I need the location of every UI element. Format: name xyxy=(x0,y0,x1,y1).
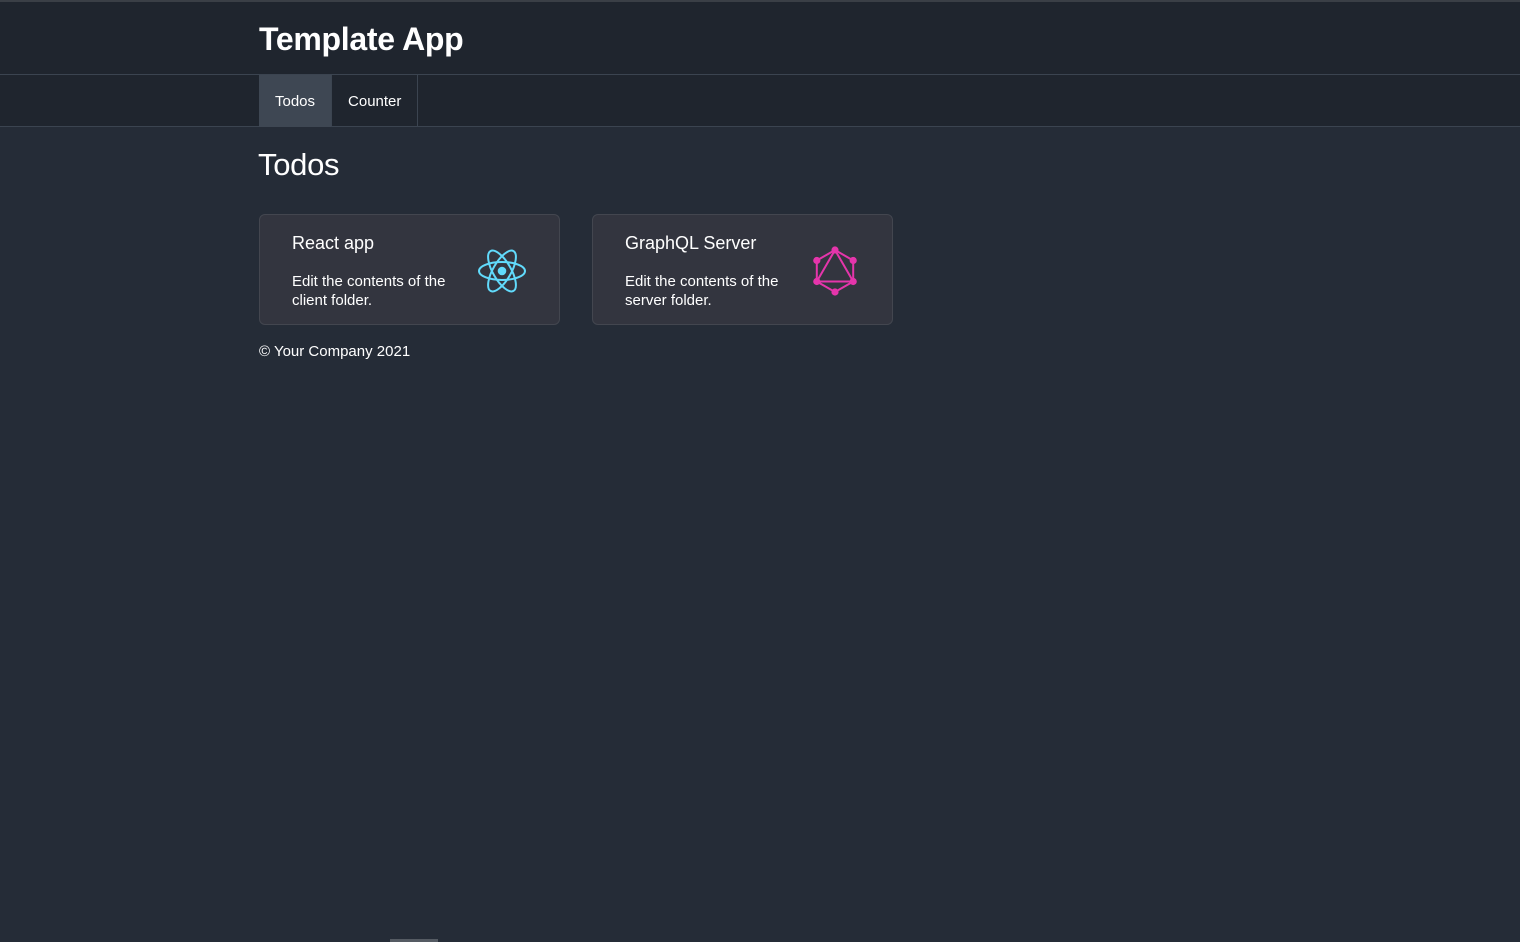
tab-counter[interactable]: Counter xyxy=(332,75,419,127)
nav-bar: Todos Counter xyxy=(0,75,1520,127)
graphql-server-card: GraphQL Server Edit the contents of the … xyxy=(592,214,893,325)
tab-todos[interactable]: Todos xyxy=(259,75,333,127)
card-description: Edit the contents of the client folder. xyxy=(292,273,446,309)
tab-counter-label: Counter xyxy=(348,92,402,110)
card-description: Edit the contents of the server folder. xyxy=(625,273,779,309)
card-title: React app xyxy=(292,233,375,253)
app-title[interactable]: Template App xyxy=(259,21,464,58)
page-title: Todos xyxy=(258,147,340,182)
tab-todos-label: Todos xyxy=(275,92,316,110)
card-title: GraphQL Server xyxy=(625,233,757,253)
nav-tabs: Todos Counter xyxy=(259,75,419,127)
app-header: Template App xyxy=(0,2,1520,75)
react-app-card: React app Edit the contents of the clien… xyxy=(259,214,560,325)
graphql-icon xyxy=(813,246,857,296)
footer-copyright: © Your Company 2021 xyxy=(259,343,411,360)
app-window: Template App Todos Counter Todos React a… xyxy=(0,0,1520,942)
react-icon xyxy=(478,249,526,293)
